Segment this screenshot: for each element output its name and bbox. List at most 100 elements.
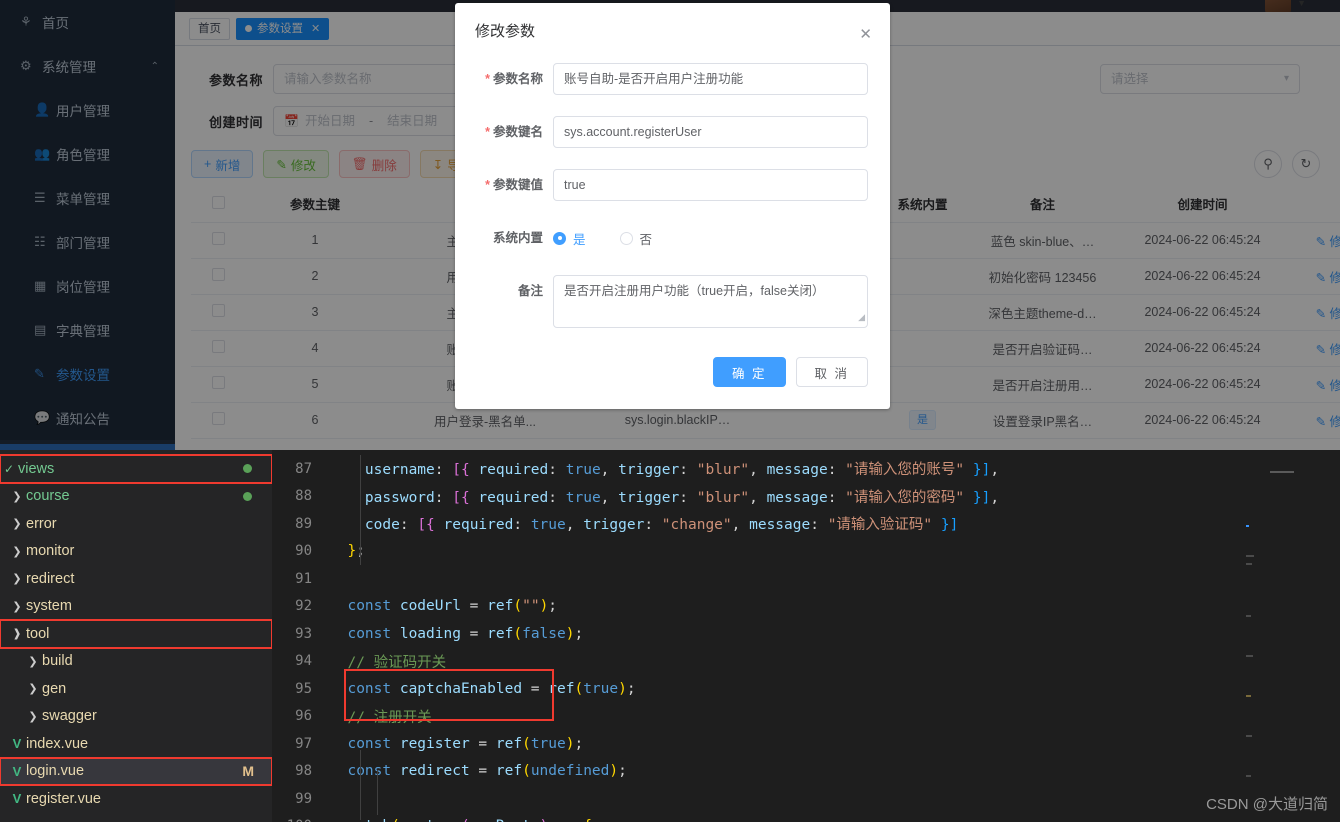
code-line: 98 const redirect = ref(undefined); [272,758,1340,786]
field-param-key: * 参数键名 sys.account.registerUser [477,116,868,148]
code-line: 90 }; [272,538,1340,566]
tree-item-system[interactable]: ❯ system [0,593,272,621]
dialog-footer: 确 定 取 消 [455,349,890,409]
tree-item-swagger[interactable]: ❯ swagger [0,703,272,731]
code-line: 89 code: [{ required: true, trigger: "ch… [272,510,1340,538]
resize-handle-icon[interactable]: ◢ [858,308,865,326]
code-line: 99 [272,785,1340,813]
tree-item-tool[interactable]: ❱ tool [0,619,273,649]
line-number: 94 [295,653,312,670]
tree-item-monitor[interactable]: ❯ monitor [0,538,272,566]
tree-item-login-vue[interactable]: V login.vue M [0,756,273,786]
remark-textarea[interactable]: 是否开启注册用户功能（true开启，false关闭） ◢ [553,275,868,328]
code-comment: // 注册开关 [330,709,432,726]
builtin-radio-group: 是 否 [553,222,652,254]
remark-text: 是否开启注册用户功能（true开启，false关闭） [564,284,825,298]
modified-badge: M [242,763,254,780]
chevron-right-icon: ❯ [12,545,22,558]
vue-file-icon: V [12,791,22,807]
line-number: 99 [295,790,312,807]
tree-item-label: login.vue [26,763,85,780]
tree-item-course[interactable]: ❯ course [0,483,272,511]
confirm-button[interactable]: 确 定 [713,357,786,387]
file-explorer: ✓ views ❯ course ❯ error ❯ monitor ❯ red… [0,450,273,822]
param-key-input[interactable]: sys.account.registerUser [553,116,868,148]
tree-item-label: gen [42,680,67,697]
tree-item-label: swagger [42,708,97,725]
indent-guide [360,455,361,565]
tree-item-label: redirect [26,570,75,587]
tree-item-label: build [42,653,73,670]
builtin-radio-no[interactable]: 否 [619,229,653,248]
line-number: 97 [295,735,312,752]
required-asterisk: * [485,72,490,86]
tree-item-redirect[interactable]: ❯ redirect [0,565,272,593]
tree-item-views[interactable]: ✓ views [0,454,273,484]
line-number: 91 [295,570,312,587]
field-remark: 备注 是否开启注册用户功能（true开启，false关闭） ◢ [477,275,868,328]
code-line: 94 // 验证码开关 [272,648,1340,676]
code-line: 95 const captchaEnabled = ref(true); [272,675,1340,703]
line-number: 96 [295,708,312,725]
vue-file-icon: V [12,736,22,752]
builtin-radio-no-label: 否 [639,232,653,247]
chevron-right-icon: ❯ [28,655,38,668]
tree-item-label: tool [26,625,50,642]
tree-item-build[interactable]: ❯ build [0,648,272,676]
code-editor[interactable]: 87 username: [{ required: true, trigger:… [272,450,1340,822]
cancel-button[interactable]: 取 消 [795,357,868,387]
required-asterisk: * [485,125,490,139]
chevron-right-icon: ❯ [28,683,38,696]
line-number: 90 [295,543,312,560]
builtin-radio-yes-label: 是 [573,232,586,247]
dialog-header: 修改参数 ✕ [455,3,890,57]
chevron-right-icon: ❯ [28,710,38,723]
line-number: 88 [295,488,312,505]
vscode-window: ✓ views ❯ course ❯ error ❯ monitor ❯ red… [0,450,1340,822]
line-number: 100 [272,818,330,822]
chevron-down-icon: ✓ [3,461,15,476]
radio-unselected-icon [619,231,633,245]
param-key-label: * 参数键名 [485,125,543,139]
line-number: 98 [295,763,312,780]
code-comment: // 验证码开关 [330,654,447,671]
code-line: 97 const register = ref(true); [272,730,1340,758]
tree-item-label: views [18,460,55,477]
chevron-down-icon: ❱ [12,628,22,641]
modified-dot-icon [243,464,252,474]
tree-item-register-vue[interactable]: V register.vue [0,785,272,813]
field-param-value: * 参数键值 true [477,169,868,201]
param-name-input[interactable]: 账号自助-是否开启用户注册功能 [553,63,868,95]
tree-item-index-vue[interactable]: V index.vue [0,730,272,758]
tree-item-label: index.vue [26,735,89,752]
code-line: 91 [272,565,1340,593]
indent-guide [377,770,378,815]
chevron-right-icon: ❯ [12,490,22,503]
tree-item-gen[interactable]: ❯ gen [0,675,272,703]
code-line: 87 username: [{ required: true, trigger:… [272,455,1340,483]
tree-item-label: register.vue [26,790,101,807]
tree-item-label: course [26,488,70,505]
dialog-body: * 参数名称 账号自助-是否开启用户注册功能 * 参数键名 sys.account.… [455,57,890,328]
param-value-label: * 参数键值 [485,178,543,192]
param-value-input[interactable]: true [553,169,868,201]
line-number: 93 [295,625,312,642]
tree-item-error[interactable]: ❯ error [0,510,272,538]
field-builtin: 系统内置 是 否 [477,222,868,254]
field-param-name: * 参数名称 账号自助-是否开启用户注册功能 [477,63,868,95]
builtin-radio-yes[interactable]: 是 [553,229,586,248]
line-number: 95 [295,680,312,697]
close-icon[interactable]: ✕ [859,27,872,42]
tree-item-label: monitor [26,543,75,560]
editor-minimap[interactable] [1240,455,1324,822]
code-line: 100 watch(route, (newRoute) => { [272,813,1340,822]
tree-item-label: system [26,598,72,615]
indent-guide [360,750,361,820]
remark-label: 备注 [517,284,543,298]
edit-param-dialog: 修改参数 ✕ * 参数名称 账号自助-是否开启用户注册功能 * 参数键名 sys.a… [455,3,890,409]
code-line: 96 // 注册开关 [272,703,1340,731]
editor-overview-ruler[interactable] [1326,455,1340,822]
radio-selected-icon [553,231,566,245]
param-name-label: * 参数名称 [485,72,543,86]
watermark: CSDN @大道归简 [1206,796,1328,813]
